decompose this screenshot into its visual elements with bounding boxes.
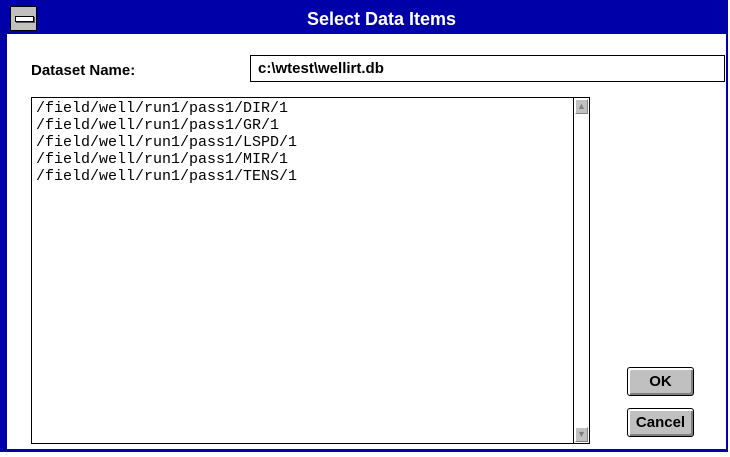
data-items-list: /field/well/run1/pass1/DIR/1 /field/well… (36, 100, 569, 443)
system-menu-icon[interactable] (10, 6, 37, 31)
title-bar[interactable]: Select Data Items (7, 4, 726, 34)
dataset-name-field[interactable]: c:\wtest\wellirt.db (250, 55, 725, 82)
up-arrow-icon[interactable]: ▲ (575, 99, 588, 114)
list-item[interactable]: /field/well/run1/pass1/DIR/1 (36, 100, 569, 117)
ok-button[interactable]: OK (627, 367, 694, 396)
data-items-listbox[interactable]: /field/well/run1/pass1/DIR/1 /field/well… (31, 97, 590, 444)
cancel-button[interactable]: Cancel (627, 408, 694, 437)
vertical-scrollbar[interactable]: ▲ ▼ (573, 98, 589, 443)
window-title: Select Data Items (306, 9, 457, 29)
dialog-body: Dataset Name: c:\wtest\wellirt.db /field… (7, 34, 726, 449)
select-data-items-dialog: Select Data Items Dataset Name: c:\wtest… (0, 0, 728, 452)
list-item[interactable]: /field/well/run1/pass1/GR/1 (36, 117, 569, 134)
list-item[interactable]: /field/well/run1/pass1/TENS/1 (36, 168, 569, 185)
system-menu-bar (15, 16, 34, 22)
down-arrow-icon[interactable]: ▼ (575, 427, 588, 442)
list-item[interactable]: /field/well/run1/pass1/MIR/1 (36, 151, 569, 168)
list-item[interactable]: /field/well/run1/pass1/LSPD/1 (36, 134, 569, 151)
dataset-name-label: Dataset Name: (31, 62, 136, 79)
